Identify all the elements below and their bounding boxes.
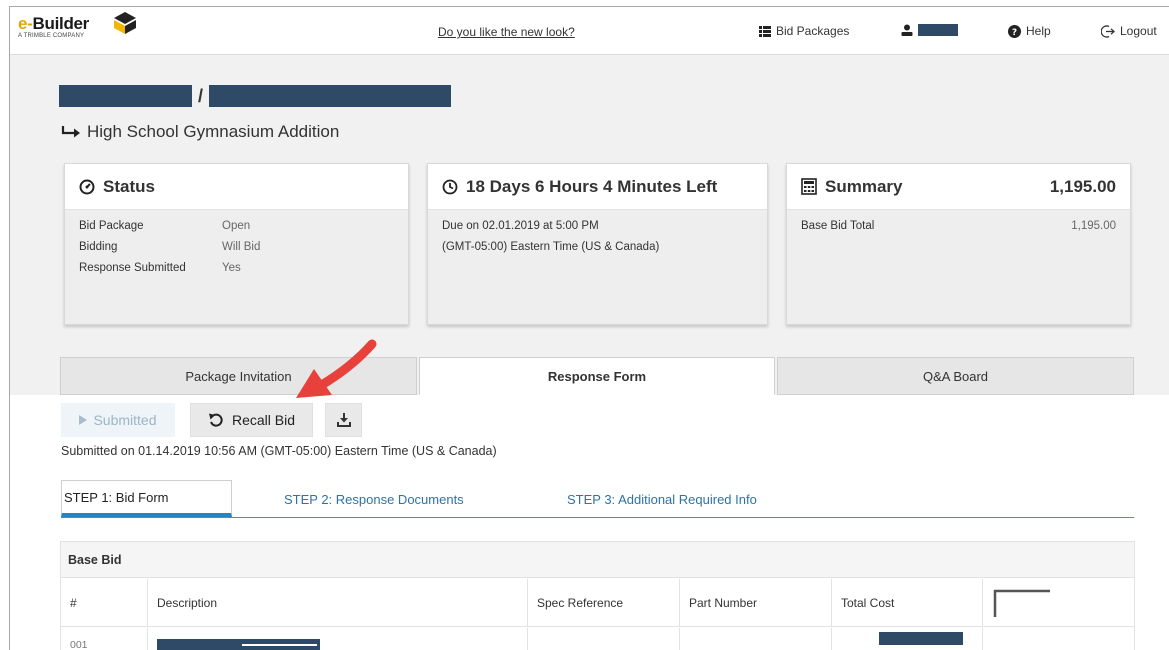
tab-response-form[interactable]: Response Form [419,357,775,395]
table-header-row: # Description Spec Reference Part Number… [61,579,1134,627]
row-part-number [680,628,832,650]
download-button[interactable] [325,403,362,437]
status-card-title: Status [103,176,155,196]
submitted-button[interactable]: Submitted [61,403,175,437]
download-icon [336,413,351,427]
user-menu[interactable] [901,24,958,36]
logo-cube-icon [114,12,136,34]
row-actions [983,628,1136,650]
calculator-icon [801,178,817,195]
breadcrumb: / [59,85,452,107]
column-header-number: # [61,579,148,627]
app-window: e-Builder A TRIMBLE COMPANY Do you like … [9,6,1169,650]
list-icon [759,25,771,37]
help-link[interactable]: ? Help [1008,24,1051,38]
status-row: Response Submitted Yes [79,262,241,274]
undo-icon [208,413,223,427]
svg-text:?: ? [1012,28,1017,38]
status-row: Bidding Will Bid [79,241,261,253]
logout-icon [1101,24,1115,38]
row-number: 001 [61,628,148,650]
time-left-title: 18 Days 6 Hours 4 Minutes Left [466,176,718,196]
base-bid-total-row: Base Bid Total 1,195.00 [801,220,1116,232]
tab-qa-board[interactable]: Q&A Board [777,357,1134,395]
column-header-total-cost: Total Cost [832,579,983,627]
redacted-username [918,24,958,36]
summary-card-title: Summary [825,176,903,196]
table-row[interactable]: 001 [61,628,1134,650]
top-nav: e-Builder A TRIMBLE COMPANY Do you like … [10,7,1169,55]
bid-packages-link[interactable]: Bid Packages [759,24,849,38]
bid-header: / High School Gymnasium Addition Status … [10,55,1169,395]
play-icon [79,415,88,425]
time-left-card: 18 Days 6 Hours 4 Minutes Left Due on 02… [427,163,768,325]
redacted-total-cost [879,631,963,645]
project-title: High School Gymnasium Addition [61,122,339,142]
tab-step-3-additional-info[interactable]: STEP 3: Additional Required Info [567,482,757,516]
submitted-on-text: Submitted on 01.14.2019 10:56 AM (GMT-05… [61,444,497,458]
feedback-link[interactable]: Do you like the new look? [438,25,575,39]
tab-step-2-response-documents[interactable]: STEP 2: Response Documents [284,482,464,516]
base-bid-table: Base Bid # Description Spec Reference Pa… [60,541,1135,650]
tab-package-invitation[interactable]: Package Invitation [60,357,417,395]
corner-bracket-icon [993,589,1050,617]
due-timezone: (GMT-05:00) Eastern Time (US & Canada) [442,241,660,253]
column-header-spec-reference: Spec Reference [528,579,680,627]
column-header-part-number: Part Number [680,579,832,627]
row-total-cost [832,628,983,650]
status-row: Bid Package Open [79,220,251,232]
redacted-description [157,639,320,650]
summary-card: Summary 1,195.00 Base Bid Total 1,195.00 [786,163,1131,325]
user-icon [901,24,913,36]
row-spec-reference [528,628,680,650]
table-title: Base Bid [61,542,1134,578]
row-description [148,628,528,650]
help-icon: ? [1008,24,1021,38]
e-builder-logo[interactable]: e-Builder A TRIMBLE COMPANY [18,12,136,39]
summary-total: 1,195.00 [1049,176,1116,196]
recall-bid-button[interactable]: Recall Bid [190,403,313,437]
main-tabs: Package Invitation Response Form Q&A Boa… [60,357,1134,395]
logout-link[interactable]: Logout [1101,24,1157,38]
step-tabs: STEP 1: Bid Form STEP 2: Response Docume… [61,478,1134,518]
redacted-bid-package[interactable] [209,85,452,107]
status-card: Status Bid Package Open Bidding Will Bid R… [64,163,409,325]
status-dial-icon [79,179,95,194]
due-date: Due on 02.01.2019 at 5:00 PM [442,220,599,232]
arrow-return-icon [61,126,80,138]
column-header-description: Description [148,579,528,627]
clock-icon [442,179,458,194]
tab-step-1-bid-form[interactable]: STEP 1: Bid Form [61,480,232,517]
column-header-actions [983,579,1136,627]
redacted-company[interactable] [59,85,192,107]
